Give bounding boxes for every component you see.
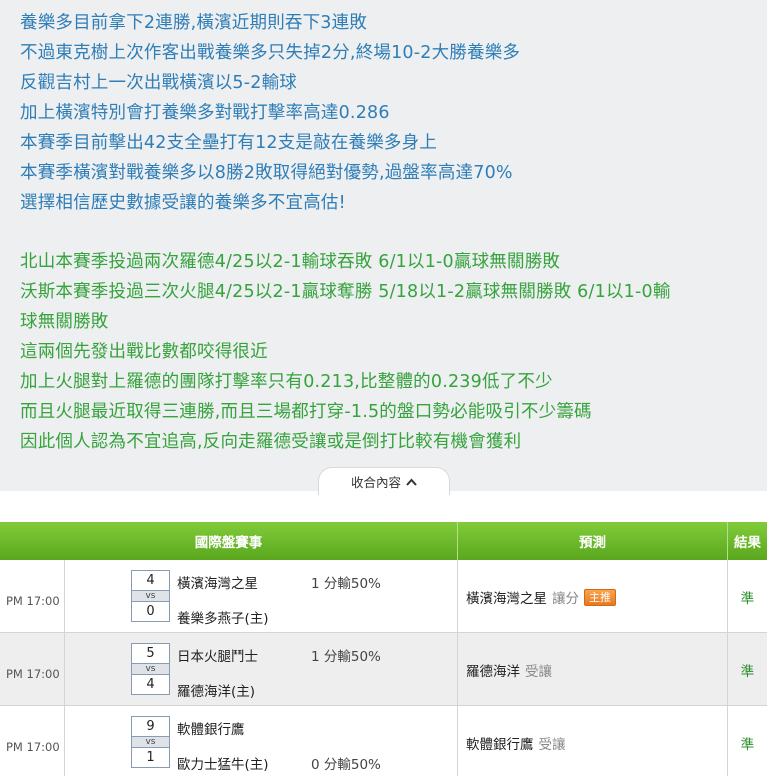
pick-type: 讓分 [552, 591, 579, 607]
table-row: PM 17:00 5 vs 4 日本火腿鬥士 羅德海洋(主) 1 分輸50% 羅… [0, 633, 767, 706]
prediction-cell: 軟體銀行鷹 受讓 [466, 706, 566, 776]
result-cell: 準 [740, 737, 755, 753]
pick-type: 受讓 [525, 664, 552, 680]
score-away: 5 [146, 646, 155, 661]
pick-team: 軟體銀行鷹 [466, 737, 534, 753]
analysis-article: 養樂多目前拿下2連勝,橫濱近期則吞下3連敗 不過東克樹上次作客出戰養樂多只失掉2… [0, 0, 767, 491]
article-line: 本賽季目前擊出42支全壘打有12支是敲在養樂多身上 [20, 133, 438, 153]
result-cell: 準 [740, 664, 755, 680]
table-header: 國際盤賽事 預測 結果 [0, 522, 767, 560]
article-line: 沃斯本賽季投過三次火腿4/25以2-1贏球奪勝 5/18以1-2贏球無關勝敗 6… [20, 282, 671, 302]
article-line: 不過東克樹上次作客出戰養樂多只失掉2分,終場10-2大勝養樂多 [20, 43, 521, 63]
score-home: 0 [146, 604, 155, 619]
article-line: 反觀吉村上一次出戰橫濱以5-2輸球 [20, 73, 297, 93]
pick-team: 橫濱海灣之星 [466, 591, 547, 607]
column-divider [64, 633, 65, 705]
column-divider [64, 560, 65, 632]
article-line: 球無關勝敗 [20, 312, 109, 332]
vs-label: vs [132, 663, 169, 675]
pick-type: 受讓 [538, 737, 566, 753]
team-away: 橫濱海灣之星 [177, 576, 258, 592]
chevron-up-icon [406, 478, 417, 486]
collapse-content-button[interactable]: 收合內容 [318, 467, 450, 495]
column-divider [457, 633, 458, 705]
score-away: 9 [146, 719, 155, 734]
collapse-label: 收合內容 [350, 475, 401, 490]
featured-badge: 主推 [584, 588, 616, 606]
header-prediction: 預測 [579, 535, 606, 551]
score-home: 4 [146, 677, 155, 692]
header-match: 國際盤賽事 [194, 535, 263, 551]
vs-label: vs [132, 590, 169, 602]
handicap-bottom: 0 分輸50% [311, 757, 381, 773]
team-home: 歐力士猛牛(主) [177, 757, 269, 773]
score-box: 9 vs 1 [131, 716, 170, 768]
column-divider [64, 706, 65, 776]
column-divider [457, 706, 458, 776]
score-home: 1 [146, 750, 155, 765]
match-time: PM 17:00 [6, 740, 60, 754]
vs-label: vs [132, 736, 169, 748]
match-table: 國際盤賽事 預測 結果 PM 17:00 4 vs 0 橫濱海灣之星 養樂多燕子… [0, 522, 767, 776]
article-line: 本賽季橫濱對戰養樂多以8勝2敗取得絕對優勢,過盤率高達70% [20, 163, 513, 183]
score-away: 4 [146, 573, 155, 588]
prediction-cell: 橫濱海灣之星 讓分 主推 [466, 560, 616, 632]
article-line: 加上橫濱特別會打養樂多對戰打擊率高達0.286 [20, 103, 390, 123]
handicap-top: 1 分輸50% [311, 649, 381, 665]
match-time: PM 17:00 [6, 667, 60, 681]
article-line: 加上火腿對上羅德的團隊打擊率只有0.213,比整體的0.239低了不少 [20, 372, 553, 392]
table-row: PM 17:00 4 vs 0 橫濱海灣之星 養樂多燕子(主) 1 分輸50% … [0, 560, 767, 633]
article-line: 這兩個先發出戰比數都咬得很近 [20, 342, 268, 362]
pick-team: 羅德海洋 [466, 664, 520, 680]
column-divider [457, 560, 458, 632]
article-line: 而且火腿最近取得三連勝,而且三場都打穿-1.5的盤口勢必能吸引不少籌碼 [20, 402, 592, 422]
prediction-cell: 羅德海洋 受讓 [466, 633, 552, 705]
article-line: 選擇相信歷史數據受讓的養樂多不宜高估! [20, 193, 346, 213]
table-row: PM 17:00 9 vs 1 軟體銀行鷹 歐力士猛牛(主) 0 分輸50% 軟… [0, 706, 767, 776]
team-home: 羅德海洋(主) [177, 684, 256, 700]
match-time: PM 17:00 [6, 594, 60, 608]
header-result: 結果 [734, 535, 761, 551]
score-box: 5 vs 4 [131, 643, 170, 695]
team-home: 養樂多燕子(主) [177, 611, 269, 627]
score-box: 4 vs 0 [131, 570, 170, 622]
team-away: 軟體銀行鷹 [177, 722, 245, 738]
article-line: 因此個人認為不宜追高,反向走羅德受讓或是倒打比較有機會獲利 [20, 432, 522, 452]
article-line: 養樂多目前拿下2連勝,橫濱近期則吞下3連敗 [20, 13, 368, 33]
team-away: 日本火腿鬥士 [177, 649, 258, 665]
handicap-top: 1 分輸50% [311, 576, 381, 592]
article-line: 北山本賽季投過兩次羅德4/25以2-1輸球吞敗 6/1以1-0贏球無關勝敗 [20, 252, 561, 272]
result-cell: 準 [740, 591, 755, 607]
